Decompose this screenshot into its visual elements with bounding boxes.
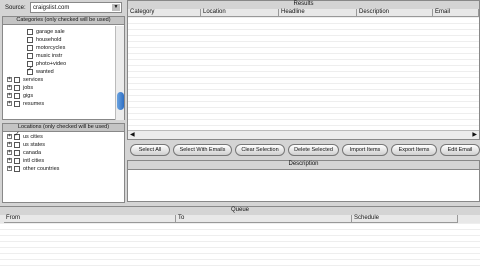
queue-table-body[interactable] <box>0 223 480 270</box>
edit-email-button[interactable]: Edit Email <box>440 144 480 156</box>
category-label: garage sale <box>36 29 65 35</box>
expand-icon[interactable]: + <box>7 142 12 148</box>
checkbox[interactable] <box>14 100 20 107</box>
import-items-button[interactable]: Import Items <box>342 144 388 156</box>
category-item[interactable]: garage sale <box>3 28 115 36</box>
checkbox[interactable] <box>14 165 20 172</box>
scroll-left-icon[interactable]: ◀ <box>130 131 135 139</box>
checkbox-checked[interactable] <box>27 66 33 75</box>
category-item[interactable]: wanted <box>3 66 115 76</box>
source-select-value: craigslist.com <box>33 5 70 11</box>
category-item[interactable]: photo+video <box>3 60 115 68</box>
location-item[interactable]: + canada <box>3 149 123 157</box>
source-row: Source: craigslist.com ▼ <box>0 0 125 16</box>
categories-header: Categories (only checked will be used) <box>3 17 124 25</box>
expand-icon[interactable]: + <box>7 77 12 83</box>
category-item[interactable]: music instr <box>3 52 115 60</box>
scroll-right-icon[interactable]: ▶ <box>472 131 477 139</box>
expand-icon[interactable]: + <box>7 101 12 107</box>
results-hscrollbar[interactable]: ◀ ▶ <box>128 130 479 139</box>
description-panel: Description <box>127 160 480 202</box>
location-label: canada <box>23 150 42 156</box>
results-panel: Results Category Location Headline Descr… <box>127 0 480 140</box>
expand-icon[interactable]: + <box>7 134 12 140</box>
location-label: us states <box>23 142 46 148</box>
description-text-area[interactable] <box>128 170 479 201</box>
category-item[interactable]: household <box>3 36 115 44</box>
location-label: other countries <box>23 166 60 172</box>
category-label: photo+video <box>36 61 67 67</box>
column-header-category[interactable]: Category <box>128 9 201 17</box>
column-header-description[interactable]: Description <box>357 9 433 17</box>
category-item[interactable]: + services <box>3 76 115 84</box>
category-label: resumes <box>23 101 45 107</box>
column-header-email[interactable]: Email <box>433 9 479 17</box>
location-item[interactable]: + us cities <box>3 131 123 141</box>
checkbox[interactable] <box>27 52 33 59</box>
category-label: music instr <box>36 53 63 59</box>
chevron-down-icon: ▼ <box>112 4 120 11</box>
checkbox[interactable] <box>14 157 20 164</box>
categories-tree: garage sale household motorcycles music … <box>3 26 115 120</box>
checkbox[interactable] <box>14 149 20 156</box>
category-label: services <box>23 77 44 83</box>
expand-icon[interactable]: + <box>7 166 12 172</box>
column-header-location[interactable]: Location <box>201 9 279 17</box>
checkbox[interactable] <box>27 28 33 35</box>
category-label: wanted <box>36 69 54 75</box>
category-label: gigs <box>23 93 34 99</box>
category-label: motorcycles <box>36 45 66 51</box>
locations-tree: + us cities + us states + canada + intl citi… <box>3 131 123 193</box>
locations-panel: Locations (only checked will be used) + u… <box>2 123 125 203</box>
queue-panel: Queue From To Schedule <box>0 206 480 270</box>
source-label: Source: <box>5 5 26 11</box>
expand-icon[interactable]: + <box>7 150 12 156</box>
category-item[interactable]: + gigs <box>3 92 115 100</box>
clear-selection-button[interactable]: Clear Selection <box>235 144 285 156</box>
category-item[interactable]: + resumes <box>3 100 115 108</box>
column-header-from[interactable]: From <box>4 215 176 223</box>
checkbox[interactable] <box>14 141 20 148</box>
expand-icon[interactable]: + <box>7 158 12 164</box>
categories-panel: Categories (only checked will be used) g… <box>2 16 125 120</box>
categories-scrollbar[interactable] <box>115 26 124 120</box>
location-item[interactable]: + intl cities <box>3 157 123 165</box>
results-toolbar: Select All Select With Emails Clear Sele… <box>127 144 480 157</box>
checkbox[interactable] <box>27 44 33 51</box>
expand-icon[interactable]: + <box>7 85 12 91</box>
column-header-headline[interactable]: Headline <box>279 9 357 17</box>
location-item[interactable]: + other countries <box>3 165 123 173</box>
checkbox[interactable] <box>14 92 20 99</box>
select-with-emails-button[interactable]: Select With Emails <box>173 144 232 156</box>
category-label: household <box>36 37 62 43</box>
description-header: Description <box>128 161 479 170</box>
locations-header: Locations (only checked will be used) <box>3 124 124 132</box>
category-item[interactable]: motorcycles <box>3 44 115 52</box>
results-table-body[interactable] <box>128 17 479 130</box>
location-label: us cities <box>23 134 43 140</box>
checkbox-checked[interactable] <box>14 131 20 140</box>
select-all-button[interactable]: Select All <box>130 144 170 156</box>
location-item[interactable]: + us states <box>3 141 123 149</box>
category-label: jobs <box>23 85 34 91</box>
results-column-headers: Category Location Headline Description E… <box>128 9 479 17</box>
checkbox[interactable] <box>14 84 20 91</box>
delete-selected-button[interactable]: Delete Selected <box>288 144 339 156</box>
expand-icon[interactable]: + <box>7 93 12 99</box>
export-items-button[interactable]: Export Items <box>391 144 437 156</box>
scroll-thumb[interactable] <box>117 92 124 110</box>
column-header-to[interactable]: To <box>176 215 352 223</box>
location-label: intl cities <box>23 158 45 164</box>
checkbox[interactable] <box>27 36 33 43</box>
source-select[interactable]: craigslist.com ▼ <box>30 2 122 13</box>
checkbox[interactable] <box>14 76 20 83</box>
column-header-schedule[interactable]: Schedule <box>352 215 458 223</box>
queue-column-headers: From To Schedule <box>0 215 480 223</box>
category-item[interactable]: + jobs <box>3 84 115 92</box>
